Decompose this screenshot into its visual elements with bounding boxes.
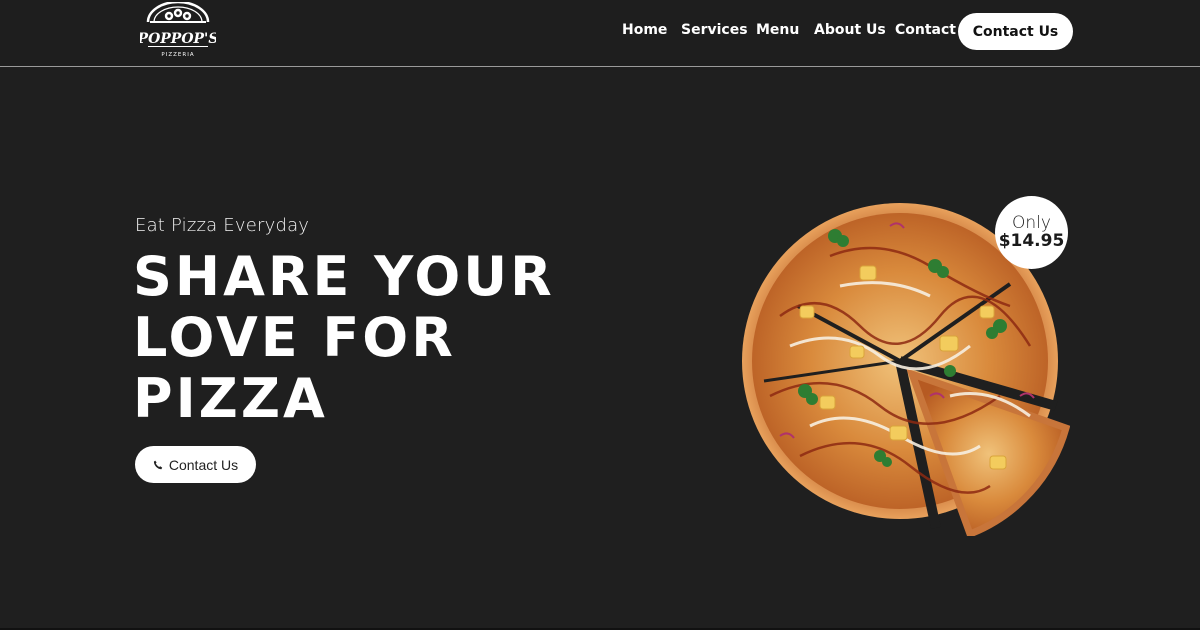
- site-header: POPPOP'S PIZZERIA Home Services Menu Abo…: [0, 0, 1200, 67]
- nav-link-about-us[interactable]: About Us: [814, 22, 886, 38]
- hero-contact-button[interactable]: Contact Us: [135, 446, 256, 483]
- brand-logo[interactable]: POPPOP'S PIZZERIA: [137, 0, 218, 60]
- nav-link-contact[interactable]: Contact: [895, 22, 956, 38]
- price-badge: Only $14.95: [995, 196, 1068, 269]
- hero-title: SHARE YOUR LOVE FOR PIZZA: [133, 246, 555, 429]
- phone-icon: [153, 460, 163, 469]
- hero-title-line-2: LOVE FOR: [133, 306, 456, 369]
- nav-link-home[interactable]: Home: [622, 22, 667, 38]
- hero-title-line-3: PIZZA: [133, 367, 328, 430]
- hero-title-line-1: SHARE YOUR: [133, 245, 555, 308]
- hero-contact-label: Contact Us: [168, 456, 239, 473]
- header-contact-button[interactable]: Contact Us: [958, 13, 1073, 50]
- price-prefix: Only: [1012, 212, 1051, 233]
- nav-link-services[interactable]: Services: [681, 22, 748, 38]
- brand-name: POPPOP'S: [140, 31, 216, 47]
- logo-mark: POPPOP'S PIZZERIA: [137, 0, 218, 58]
- price-value: $14.95: [998, 230, 1065, 251]
- nav-link-menu[interactable]: Menu: [756, 22, 799, 38]
- hero-subtitle: Eat Pizza Everyday: [135, 215, 310, 236]
- brand-tagline: PIZZERIA: [161, 52, 194, 58]
